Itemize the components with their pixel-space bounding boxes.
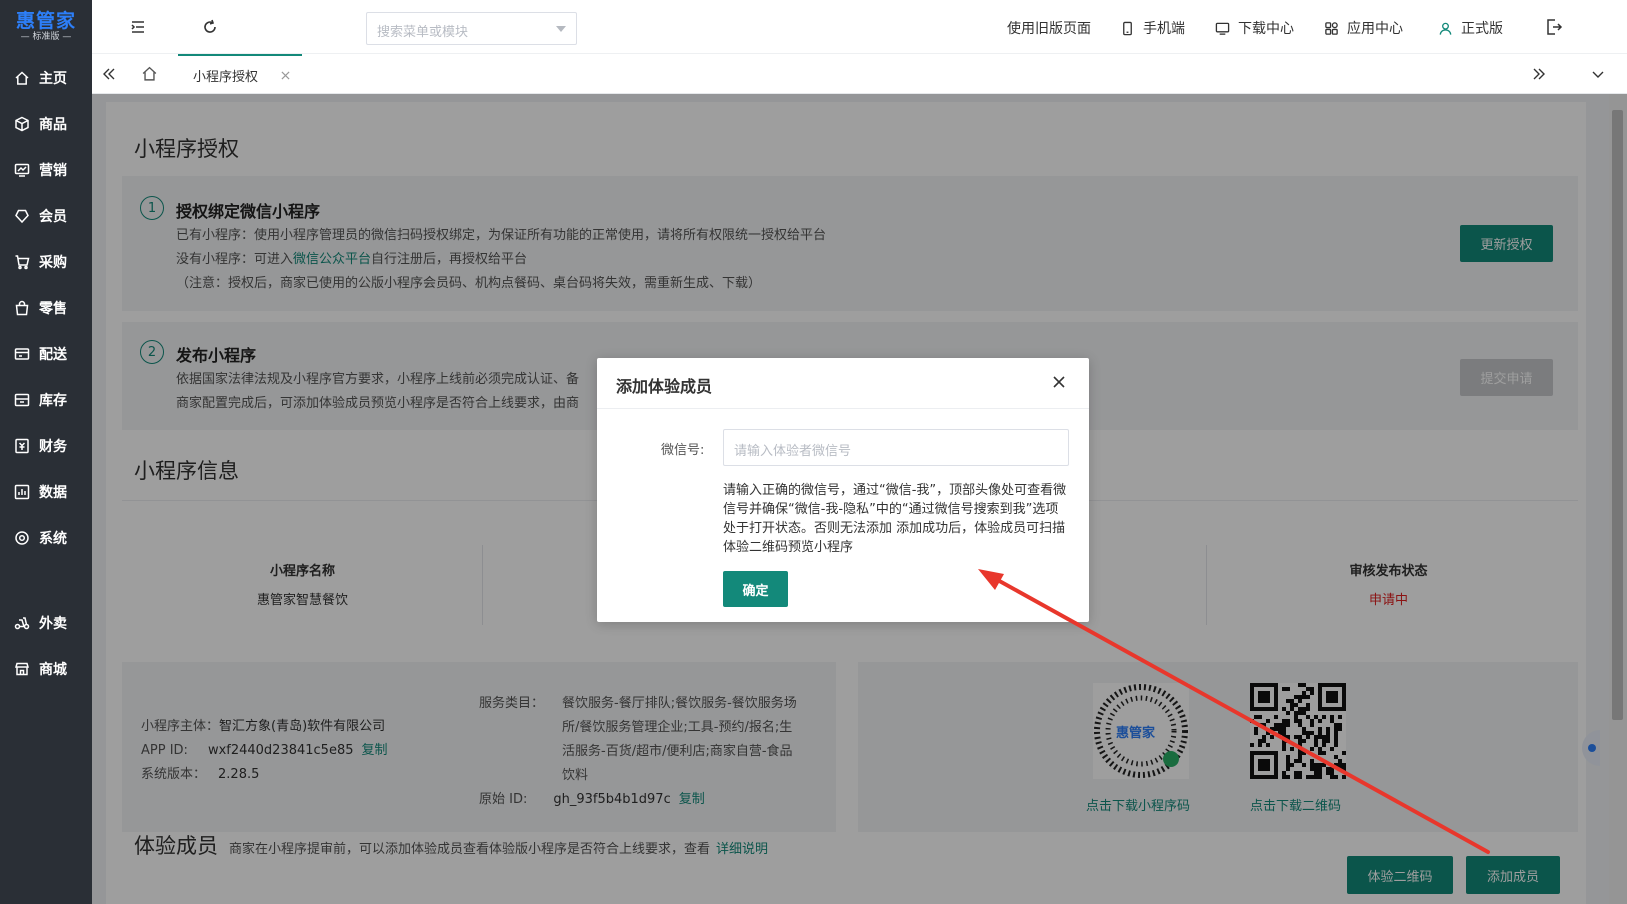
sidebar-item-data[interactable]: 数据 [0, 472, 92, 512]
sidebar-item-delivery[interactable]: 配送 [0, 334, 92, 374]
marketing-icon [14, 163, 30, 177]
sidebar-item-inventory[interactable]: 库存 [0, 380, 92, 420]
version-label: 正式版 [1461, 21, 1503, 37]
sidebar-item-label: 零售 [39, 301, 67, 317]
old-page-link[interactable]: 使用旧版页面 [1007, 18, 1091, 38]
purchase-icon [15, 255, 30, 270]
delivery-icon [14, 348, 30, 360]
takeout-icon [14, 617, 30, 630]
home-icon [15, 71, 29, 85]
search-placeholder: 搜索菜单或模块 [377, 25, 469, 40]
account-version-link[interactable]: 正式版 [1438, 18, 1503, 38]
confirm-button[interactable]: 确定 [723, 571, 788, 607]
tabs-bar: 小程序授权 [92, 54, 1627, 94]
sidebar-item-mall[interactable]: 商城 [0, 649, 92, 689]
sidebar-item-label: 商城 [39, 662, 67, 678]
sidebar-item-system[interactable]: 系统 [0, 518, 92, 558]
home-tab-icon[interactable] [141, 65, 158, 82]
download-center-label: 下载中心 [1238, 21, 1294, 37]
app-center-label: 应用中心 [1347, 21, 1403, 37]
logo-text: 惠管家 [15, 9, 76, 32]
app-center-link[interactable]: 应用中心 [1324, 18, 1403, 38]
close-tab-icon[interactable] [281, 70, 290, 80]
double-chevron-right-icon[interactable] [1532, 67, 1546, 81]
download-center-link[interactable]: 下载中心 [1215, 18, 1294, 38]
top-header: 搜索菜单或模块 使用旧版页面 手机端 下载中心 应用中心 正式版 [92, 0, 1627, 54]
retail-icon [15, 300, 29, 316]
inventory-icon [14, 393, 30, 407]
chevron-down-icon[interactable] [1592, 68, 1604, 80]
box-icon [15, 116, 29, 132]
sidebar-item-label: 主页 [39, 71, 67, 87]
sidebar-item-label: 外卖 [39, 616, 67, 632]
logo[interactable]: 惠管家 — 标准版 — [0, 0, 92, 52]
sidebar-item-label: 系统 [39, 531, 67, 547]
mobile-icon [1123, 21, 1132, 35]
dialog-help-text: 请输入正确的微信号，通过“微信-我”，顶部头像处可查看微信号并确保“微信-我-隐… [723, 483, 1067, 555]
sidebar-item-label: 数据 [39, 485, 67, 501]
mall-icon [15, 662, 29, 676]
refresh-icon[interactable] [200, 17, 220, 37]
sidebar-item-finance[interactable]: 财务 [0, 426, 92, 466]
mobile-link[interactable]: 手机端 [1120, 18, 1185, 38]
tab-mini-program-auth[interactable]: 小程序授权 [178, 54, 302, 94]
sidebar: 惠管家 — 标准版 — 主页 商品 营销 会员 采购 零售 配送 库存 财务 数… [0, 0, 92, 904]
search-input[interactable]: 搜索菜单或模块 [366, 12, 577, 45]
add-member-dialog: 添加体验成员 微信号: 请输入体验者微信号 请输入正确的微信号，通过“微信-我”… [597, 358, 1089, 622]
finance-icon [15, 438, 29, 454]
sidebar-item-home[interactable]: 主页 [0, 58, 92, 98]
wechat-id-input[interactable]: 请输入体验者微信号 [723, 429, 1069, 466]
mobile-label: 手机端 [1143, 21, 1185, 37]
close-icon[interactable] [1051, 374, 1067, 390]
settings-icon [15, 531, 29, 545]
apps-icon [1325, 21, 1338, 35]
sidebar-item-label: 会员 [39, 209, 67, 225]
sidebar-item-label: 财务 [39, 439, 67, 455]
logout-icon[interactable] [1544, 17, 1564, 37]
monitor-icon [1215, 22, 1230, 35]
sidebar-item-label: 商品 [39, 117, 67, 133]
sidebar-item-marketing[interactable]: 营销 [0, 150, 92, 190]
member-icon [15, 209, 29, 224]
sidebar-item-purchase[interactable]: 采购 [0, 242, 92, 282]
user-icon [1439, 22, 1452, 35]
sidebar-item-member[interactable]: 会员 [0, 196, 92, 236]
sidebar-item-goods[interactable]: 商品 [0, 104, 92, 144]
sidebar-item-label: 库存 [39, 393, 67, 409]
sidebar-item-label: 采购 [39, 255, 67, 271]
old-page-label: 使用旧版页面 [1007, 21, 1091, 37]
logo-subtitle: — 标准版 — [20, 31, 72, 42]
menu-fold-icon[interactable] [128, 17, 148, 37]
dialog-title: 添加体验成员 [616, 377, 713, 396]
chevron-down-icon [556, 26, 566, 32]
sidebar-item-label: 营销 [39, 163, 67, 179]
tab-label: 小程序授权 [193, 69, 259, 85]
data-icon [14, 484, 30, 500]
divider [597, 408, 1089, 409]
double-chevron-left-icon[interactable] [102, 67, 116, 81]
sidebar-item-takeout[interactable]: 外卖 [0, 603, 92, 643]
sidebar-item-retail[interactable]: 零售 [0, 288, 92, 328]
wechat-id-label: 微信号: [661, 443, 705, 458]
sidebar-item-label: 配送 [39, 347, 67, 363]
app-window: 惠管家 — 标准版 — 主页 商品 营销 会员 采购 零售 配送 库存 财务 数… [0, 0, 1627, 904]
